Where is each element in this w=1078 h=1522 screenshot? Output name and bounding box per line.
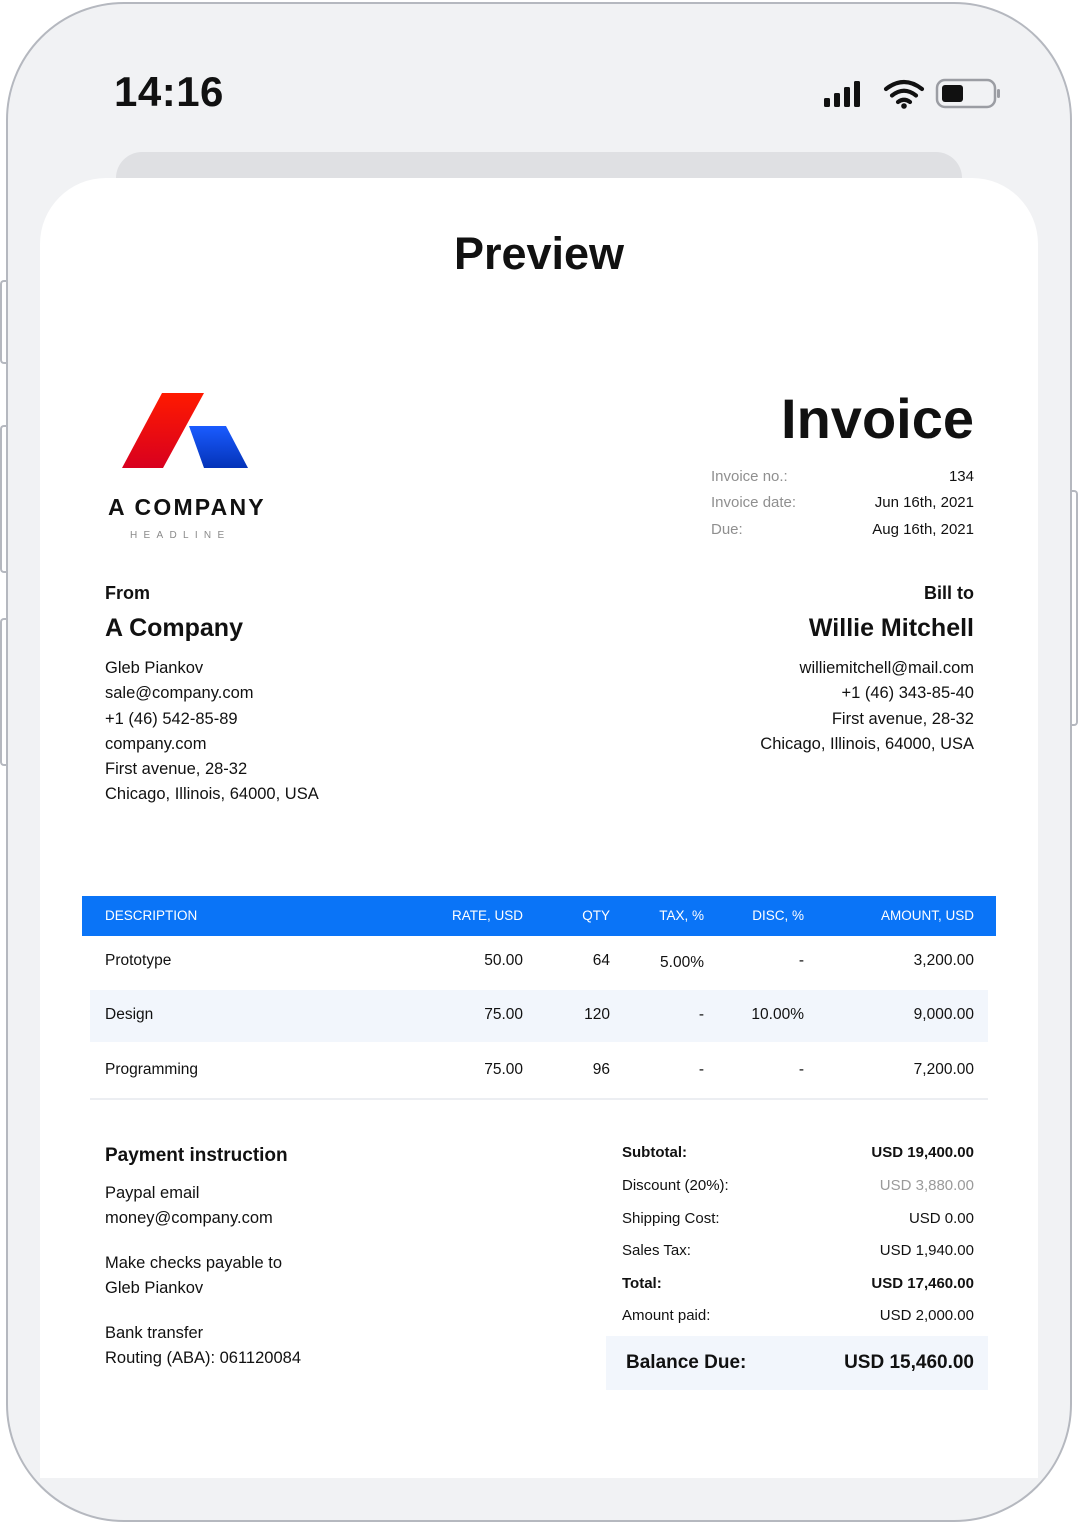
paypal-label: Paypal email xyxy=(105,1184,200,1202)
item-rate: 50.00 xyxy=(484,952,523,969)
invoice-number-label: Invoice no.: xyxy=(711,468,788,485)
shipping-value: USD 0.00 xyxy=(908,1210,974,1227)
bill-to-address-street: First avenue, 28-32 xyxy=(831,709,974,728)
balance-due-label: Balance Due: xyxy=(626,1352,747,1373)
from-name: A Company xyxy=(105,614,243,642)
col-description: DESCRIPTION xyxy=(105,908,198,923)
item-amount: 7,200.00 xyxy=(913,1061,974,1078)
amount-paid-label: Amount paid: xyxy=(622,1307,711,1324)
item-qty: 96 xyxy=(592,1061,610,1078)
item-amount: 3,200.00 xyxy=(913,952,974,969)
item-discount: - xyxy=(798,1061,804,1078)
balance-due-value: USD 15,460.00 xyxy=(844,1352,974,1373)
checks-payee: Gleb Piankov xyxy=(105,1279,204,1297)
invoice-date-label: Invoice date: xyxy=(711,494,797,511)
wifi-icon xyxy=(883,79,925,105)
battery-icon xyxy=(935,78,1000,109)
company-name: A COMPANY xyxy=(108,494,266,520)
bank-transfer-label: Bank transfer xyxy=(105,1324,204,1342)
item-description: Prototype xyxy=(105,952,172,969)
table-divider xyxy=(90,1098,988,1100)
total-label: Total: xyxy=(622,1275,662,1292)
subtotal-value: USD 19,400.00 xyxy=(871,1144,974,1161)
from-address-street: First avenue, 28-32 xyxy=(105,760,248,779)
checks-label: Make checks payable to xyxy=(105,1254,283,1272)
power-button xyxy=(1072,490,1078,726)
invoice-due-value: Aug 16th, 2021 xyxy=(872,521,974,538)
status-icons xyxy=(824,78,1000,109)
invoice-date-value: Jun 16th, 2021 xyxy=(874,494,974,511)
col-rate: RATE, USD xyxy=(451,908,523,923)
payment-title: Payment instruction xyxy=(105,1145,288,1166)
company-logo xyxy=(122,393,248,468)
subtotal-label: Subtotal: xyxy=(622,1144,687,1161)
balance-due-box: Balance Due: USD 15,460.00 xyxy=(606,1336,988,1390)
invoice-number-value: 134 xyxy=(948,468,974,485)
col-qty: QTY xyxy=(582,908,610,923)
col-amount: AMOUNT, USD xyxy=(880,908,974,923)
item-discount: - xyxy=(798,952,804,969)
volume-up-button xyxy=(0,425,6,573)
item-discount: 10.00% xyxy=(751,1006,804,1023)
bill-to-address-city: Chicago, Illinois, 64000, USA xyxy=(760,734,974,753)
from-heading: From xyxy=(105,583,150,603)
signal-icon xyxy=(824,81,860,107)
bill-to-email: williemitchell@mail.com xyxy=(799,659,974,677)
item-rate: 75.00 xyxy=(484,1006,523,1023)
bill-to-phone: +1 (46) 343-85-40 xyxy=(841,684,974,703)
bank-routing: Routing (ABA): 061120084 xyxy=(105,1349,301,1367)
sales-tax-value: USD 1,940.00 xyxy=(879,1242,974,1259)
sheet-title: Preview xyxy=(453,228,625,279)
payment-instruction-section: Payment instruction Paypal email money@c… xyxy=(105,1144,505,1371)
invoice-title: Invoice xyxy=(781,387,974,450)
table-row: Design 75.00 120 - 10.00% 9,000.00 xyxy=(90,990,988,1042)
volume-down-button xyxy=(0,618,6,766)
from-phone: +1 (46) 542-85-89 xyxy=(105,709,238,728)
amount-paid-value: USD 2,000.00 xyxy=(879,1307,974,1324)
status-time: 14:16 xyxy=(114,68,224,115)
bill-to-name: Willie Mitchell xyxy=(808,614,974,642)
invoice-due-label: Due: xyxy=(711,521,743,538)
item-tax: 5.00% xyxy=(660,954,704,971)
item-tax: - xyxy=(698,1061,704,1078)
item-rate: 75.00 xyxy=(484,1061,523,1078)
sales-tax-label: Sales Tax: xyxy=(622,1242,691,1259)
shipping-label: Shipping Cost: xyxy=(622,1210,720,1227)
items-table-header: DESCRIPTION RATE, USD QTY TAX, % DISC, %… xyxy=(82,896,996,936)
bill-to-heading: Bill to xyxy=(924,583,974,603)
item-description: Design xyxy=(105,1006,154,1023)
item-qty: 120 xyxy=(584,1006,610,1023)
discount-value: USD 3,880.00 xyxy=(879,1177,974,1194)
from-email: sale@company.com xyxy=(105,684,254,703)
item-tax: - xyxy=(698,1006,704,1023)
item-amount: 9,000.00 xyxy=(913,1006,974,1023)
total-value: USD 17,460.00 xyxy=(871,1275,974,1292)
from-contact-name: Gleb Piankov xyxy=(105,659,204,677)
discount-label: Discount (20%): xyxy=(622,1177,729,1194)
table-row: Programming 75.00 96 - - 7,200.00 xyxy=(90,1045,988,1097)
company-headline: HEADLINE xyxy=(130,530,231,541)
col-discount: DISC, % xyxy=(752,908,804,923)
mute-switch xyxy=(0,280,6,364)
item-description: Programming xyxy=(105,1061,199,1078)
from-website: company.com xyxy=(105,734,207,753)
from-section: From A Company Gleb Piankov sale@company… xyxy=(105,582,505,808)
item-qty: 64 xyxy=(592,952,610,969)
wifi-dot xyxy=(901,103,907,109)
bill-to-section: Bill to Willie Mitchell williemitchell@m… xyxy=(574,582,974,757)
from-address-city: Chicago, Illinois, 64000, USA xyxy=(105,785,319,804)
col-tax: TAX, % xyxy=(659,908,704,923)
table-row: Prototype 50.00 64 5.00% - 3,200.00 xyxy=(90,936,988,988)
paypal-email: money@company.com xyxy=(105,1209,273,1227)
